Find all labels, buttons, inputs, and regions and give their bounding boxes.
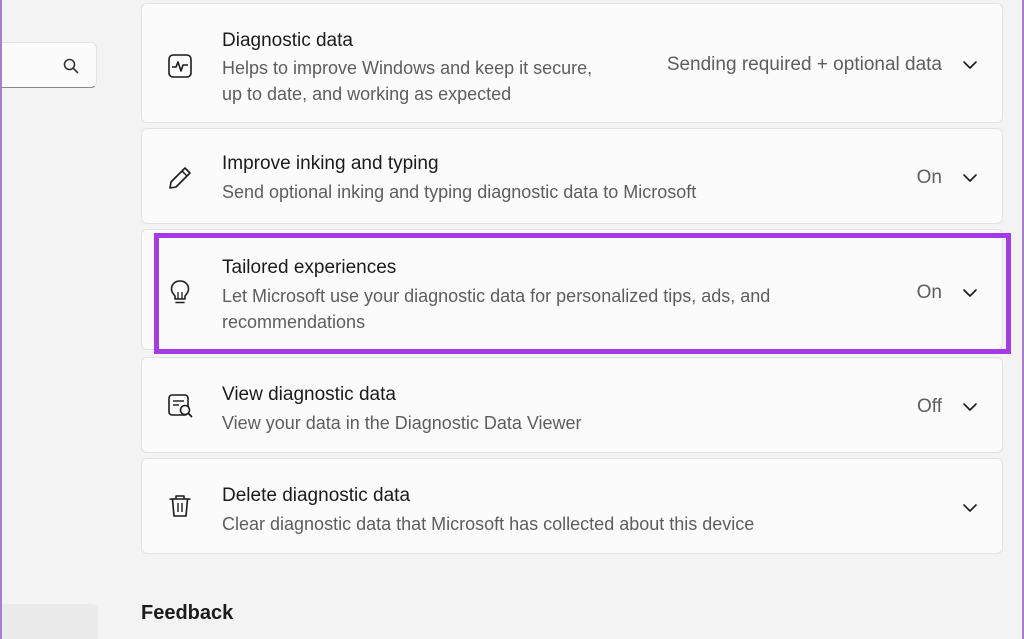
setting-title: Tailored experiences: [222, 257, 397, 278]
setting-title: Diagnostic data: [222, 30, 353, 51]
setting-view-diagnostic-data[interactable]: View diagnostic data View your data in t…: [141, 357, 1003, 453]
chevron-down-icon[interactable]: [962, 402, 978, 412]
setting-description: Clear diagnostic data that Microsoft has…: [222, 514, 755, 534]
data-viewer-icon: [168, 394, 193, 418]
setting-title: Delete diagnostic data: [222, 485, 411, 506]
search-input[interactable]: [2, 42, 97, 88]
setting-description: View your data in the Diagnostic Data Vi…: [222, 413, 582, 433]
settings-window: Diagnostic data Helps to improve Windows…: [0, 0, 1024, 639]
chevron-down-icon[interactable]: [962, 288, 978, 298]
setting-title: Improve inking and typing: [222, 153, 439, 174]
lightbulb-icon: [170, 280, 190, 304]
diagnostic-pulse-icon: [168, 54, 192, 78]
chevron-down-icon[interactable]: [962, 173, 978, 183]
setting-value: Off: [917, 396, 942, 417]
chevron-down-icon[interactable]: [962, 503, 978, 513]
setting-diagnostic-data[interactable]: Diagnostic data Helps to improve Windows…: [141, 3, 1003, 123]
setting-value: On: [916, 282, 942, 303]
search-icon[interactable]: [62, 57, 80, 75]
setting-description: Send optional inking and typing diagnost…: [222, 182, 697, 202]
section-heading-feedback: Feedback: [141, 602, 234, 624]
setting-tailored-experiences[interactable]: Tailored experiences Let Microsoft use y…: [141, 229, 1003, 350]
setting-value: On: [916, 167, 942, 188]
setting-description: Helps to improve Windows and keep it sec…: [222, 58, 593, 104]
pen-icon: [169, 167, 191, 189]
setting-title: View diagnostic data: [222, 384, 396, 405]
setting-improve-inking[interactable]: Improve inking and typing Send optional …: [141, 128, 1003, 224]
setting-value: Sending required + optional data: [666, 54, 942, 75]
setting-delete-diagnostic-data[interactable]: Delete diagnostic data Clear diagnostic …: [141, 458, 1003, 554]
sidebar-item[interactable]: [2, 604, 98, 639]
trash-icon: [169, 495, 191, 517]
setting-description: Let Microsoft use your diagnostic data f…: [222, 286, 771, 332]
chevron-down-icon[interactable]: [962, 60, 978, 70]
